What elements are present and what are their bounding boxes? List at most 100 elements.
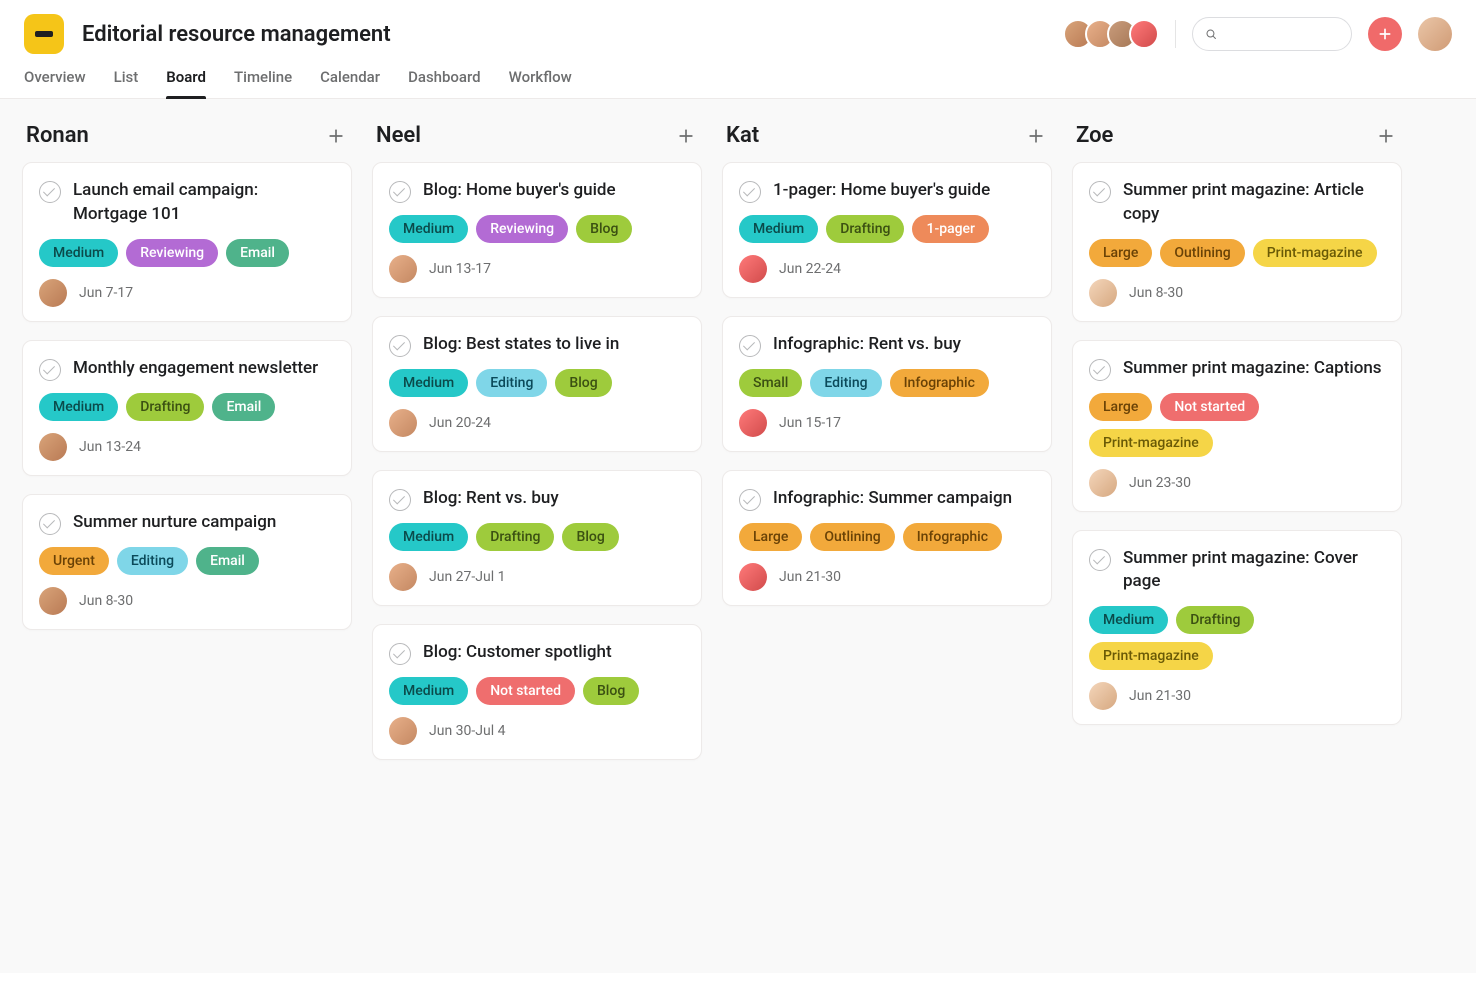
tag[interactable]: Medium xyxy=(39,393,118,421)
assignee-avatar[interactable] xyxy=(739,255,767,283)
card-footer: Jun 22-24 xyxy=(739,255,1035,283)
column-add-button[interactable] xyxy=(1374,124,1398,148)
tag[interactable]: Drafting xyxy=(1176,606,1254,634)
assignee-avatar[interactable] xyxy=(39,587,67,615)
complete-checkbox[interactable] xyxy=(389,643,411,665)
assignee-avatar[interactable] xyxy=(739,563,767,591)
tag[interactable]: Outlining xyxy=(810,523,894,551)
complete-checkbox[interactable] xyxy=(739,335,761,357)
tag[interactable]: Large xyxy=(1089,393,1152,421)
tag[interactable]: 1-pager xyxy=(912,215,989,243)
tag[interactable]: Print-magazine xyxy=(1253,239,1377,267)
task-card[interactable]: 1-pager: Home buyer's guideMediumDraftin… xyxy=(722,162,1052,298)
search-input[interactable] xyxy=(1225,26,1339,42)
tag[interactable]: Medium xyxy=(389,523,468,551)
tag[interactable]: Medium xyxy=(39,239,118,267)
tag[interactable]: Reviewing xyxy=(476,215,568,243)
task-card[interactable]: Summer print magazine: Article copyLarge… xyxy=(1072,162,1402,322)
task-card[interactable]: Blog: Rent vs. buyMediumDraftingBlogJun … xyxy=(372,470,702,606)
search-box[interactable] xyxy=(1192,17,1352,51)
task-card[interactable]: Monthly engagement newsletter Medium Draft… xyxy=(22,340,352,476)
tab-list[interactable]: List xyxy=(114,68,139,98)
task-card[interactable]: Infographic: Summer campaignLargeOutlini… xyxy=(722,470,1052,606)
complete-checkbox[interactable] xyxy=(389,489,411,511)
tag[interactable]: Blog xyxy=(562,523,618,551)
tag[interactable]: Editing xyxy=(117,547,188,575)
task-card[interactable]: Blog: Customer spotlightMediumNot starte… xyxy=(372,624,702,760)
task-card[interactable]: Infographic: Rent vs. buySmallEditingInf… xyxy=(722,316,1052,452)
tab-dashboard[interactable]: Dashboard xyxy=(408,68,481,98)
card-date: Jun 15-17 xyxy=(779,415,841,431)
tag[interactable]: Medium xyxy=(389,369,468,397)
avatar[interactable] xyxy=(1129,19,1159,49)
card-tags: Medium Reviewing Blog xyxy=(389,215,685,243)
complete-checkbox[interactable] xyxy=(39,181,61,203)
tag[interactable]: Not started xyxy=(1160,393,1259,421)
tag[interactable]: Outlining xyxy=(1160,239,1244,267)
task-card[interactable]: Blog: Best states to live inMediumEditin… xyxy=(372,316,702,452)
tag[interactable]: Small xyxy=(739,369,802,397)
tag[interactable]: Reviewing xyxy=(126,239,218,267)
tag[interactable]: Email xyxy=(212,393,275,421)
tab-board[interactable]: Board xyxy=(166,68,206,98)
tag[interactable]: Not started xyxy=(476,677,575,705)
card-title: Monthly engagement newsletter xyxy=(73,357,318,381)
header-avatars[interactable] xyxy=(1063,19,1159,49)
assignee-avatar[interactable] xyxy=(389,717,417,745)
tag[interactable]: Print-magazine xyxy=(1089,642,1213,670)
assignee-avatar[interactable] xyxy=(1089,279,1117,307)
complete-checkbox[interactable] xyxy=(389,335,411,357)
tag[interactable]: Editing xyxy=(476,369,547,397)
complete-checkbox[interactable] xyxy=(1089,359,1111,381)
tag[interactable]: Drafting xyxy=(126,393,204,421)
complete-checkbox[interactable] xyxy=(739,489,761,511)
tag[interactable]: Medium xyxy=(739,215,818,243)
tag[interactable]: Email xyxy=(196,547,259,575)
complete-checkbox[interactable] xyxy=(39,513,61,535)
tag[interactable]: Blog xyxy=(583,677,639,705)
tab-calendar[interactable]: Calendar xyxy=(320,68,380,98)
assignee-avatar[interactable] xyxy=(1089,682,1117,710)
tab-timeline[interactable]: Timeline xyxy=(234,68,292,98)
tag[interactable]: Drafting xyxy=(826,215,904,243)
complete-checkbox[interactable] xyxy=(739,181,761,203)
tag[interactable]: Urgent xyxy=(39,547,109,575)
assignee-avatar[interactable] xyxy=(389,563,417,591)
task-card[interactable]: Launch email campaign: Mortgage 101Mediu… xyxy=(22,162,352,322)
assignee-avatar[interactable] xyxy=(39,279,67,307)
complete-checkbox[interactable] xyxy=(39,359,61,381)
tag[interactable]: Infographic xyxy=(903,523,1002,551)
assignee-avatar[interactable] xyxy=(389,255,417,283)
column-add-button[interactable] xyxy=(674,124,698,148)
assignee-avatar[interactable] xyxy=(389,409,417,437)
tag[interactable]: Print-magazine xyxy=(1089,429,1213,457)
tag[interactable]: Email xyxy=(226,239,289,267)
task-card[interactable]: Summer print magazine: CaptionsLargeNot … xyxy=(1072,340,1402,512)
task-card[interactable]: Summer nurture campaignUrgentEditingEmai… xyxy=(22,494,352,630)
complete-checkbox[interactable] xyxy=(389,181,411,203)
tag[interactable]: Drafting xyxy=(476,523,554,551)
assignee-avatar[interactable] xyxy=(739,409,767,437)
task-card[interactable]: Summer print magazine: Cover pageMediumD… xyxy=(1072,530,1402,726)
tag[interactable]: Editing xyxy=(810,369,881,397)
assignee-avatar[interactable] xyxy=(1089,469,1117,497)
tag[interactable]: Blog xyxy=(555,369,611,397)
complete-checkbox[interactable] xyxy=(1089,181,1111,203)
tag[interactable]: Medium xyxy=(389,215,468,243)
tag[interactable]: Infographic xyxy=(890,369,989,397)
tag[interactable]: Large xyxy=(739,523,802,551)
task-card[interactable]: Blog: Home buyer's guideMediumReviewingB… xyxy=(372,162,702,298)
tag[interactable]: Blog xyxy=(576,215,632,243)
global-add-button[interactable] xyxy=(1368,17,1402,51)
tag[interactable]: Large xyxy=(1089,239,1152,267)
profile-avatar[interactable] xyxy=(1418,17,1452,51)
tag[interactable]: Medium xyxy=(1089,606,1168,634)
tab-workflow[interactable]: Workflow xyxy=(509,68,572,98)
tab-overview[interactable]: Overview xyxy=(24,68,86,98)
card-tags: Medium Drafting Email xyxy=(39,393,335,421)
complete-checkbox[interactable] xyxy=(1089,549,1111,571)
column-add-button[interactable] xyxy=(1024,124,1048,148)
column-add-button[interactable] xyxy=(324,124,348,148)
assignee-avatar[interactable] xyxy=(39,433,67,461)
tag[interactable]: Medium xyxy=(389,677,468,705)
